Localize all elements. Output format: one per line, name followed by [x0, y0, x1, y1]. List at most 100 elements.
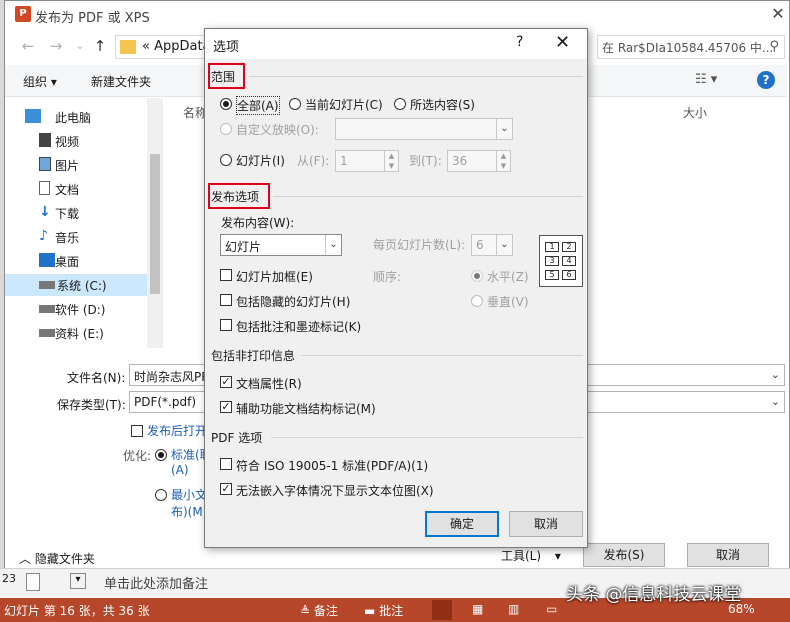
- search-placeholder: 在 Rar$DIa10584.45706 中...: [602, 41, 774, 55]
- doc-props-label: 文档属性(R): [236, 377, 302, 391]
- new-folder-button[interactable]: 新建文件夹: [91, 73, 151, 90]
- spin-arrows-icon[interactable]: ▲ ▼: [384, 151, 398, 171]
- struct-tags-checkbox[interactable]: ✓: [220, 401, 232, 413]
- scrollbar-thumb[interactable]: [150, 154, 160, 294]
- layout-cell: 2: [562, 242, 576, 252]
- frame-slides-checkbox[interactable]: [220, 269, 232, 281]
- organize-menu[interactable]: 组织 ▾: [23, 73, 57, 90]
- nav-item-pictures[interactable]: 图片: [25, 154, 161, 176]
- nav-item-label: 此电脑: [55, 111, 92, 125]
- normal-view-icon[interactable]: [432, 600, 452, 620]
- publish-section-title: 发布选项: [211, 190, 260, 204]
- slides-range-label: 幻灯片(I): [236, 154, 285, 168]
- tools-menu[interactable]: 工具(L) ▾: [501, 547, 561, 564]
- open-after-checkbox[interactable]: [131, 425, 143, 437]
- include-ink-checkbox[interactable]: [220, 319, 232, 331]
- layout-cell: 5: [545, 270, 559, 280]
- ok-button[interactable]: 确定: [425, 511, 499, 537]
- nav-item-music[interactable]: ♪ 音乐: [25, 226, 161, 248]
- nav-item-drive-c[interactable]: 系统 (C:): [5, 274, 151, 296]
- section-divider: [301, 355, 583, 356]
- optimize-standard-radio[interactable]: [155, 449, 167, 461]
- to-value: 36: [452, 154, 468, 168]
- notes-icon: ≜: [300, 604, 311, 618]
- order-horizontal-radio[interactable]: [471, 270, 483, 282]
- comments-label: 批注: [379, 604, 404, 618]
- from-stepper[interactable]: 1 ▲ ▼: [335, 150, 399, 172]
- drive-icon: [39, 281, 55, 289]
- from-value: 1: [340, 154, 348, 168]
- chevron-down-icon: ⌄: [496, 235, 512, 255]
- address-bar[interactable]: « AppData: [115, 35, 215, 59]
- nav-item-label: 文档: [55, 183, 80, 197]
- custom-show-select[interactable]: ⌄: [335, 118, 513, 140]
- publish-what-label: 发布内容(W):: [221, 216, 295, 230]
- slideshow-icon[interactable]: ▭: [546, 602, 557, 616]
- range-current-radio[interactable]: [289, 98, 301, 110]
- publish-button[interactable]: 发布(S): [583, 543, 665, 567]
- slides-range-radio[interactable]: [220, 154, 232, 166]
- slide-info: 幻灯片 第 16 张，共 36 张: [4, 604, 150, 618]
- to-stepper[interactable]: 36 ▲ ▼: [447, 150, 511, 172]
- notes-toggle[interactable]: ≜ 备注: [300, 602, 338, 619]
- column-header-size[interactable]: 大小: [683, 104, 707, 121]
- nav-item-this-pc[interactable]: 此电脑: [25, 106, 161, 128]
- help-icon[interactable]: ?: [516, 34, 523, 50]
- slide-sorter-icon[interactable]: ▦: [472, 602, 483, 616]
- per-page-select[interactable]: 6 ⌄: [471, 234, 513, 256]
- dialog-title: 发布为 PDF 或 XPS: [35, 11, 150, 26]
- options-titlebar: 选项 ? ✕: [205, 29, 587, 59]
- optimize-min-radio[interactable]: [155, 489, 167, 501]
- close-icon[interactable]: ✕: [767, 3, 789, 25]
- close-icon[interactable]: ✕: [555, 32, 570, 53]
- order-vertical-radio[interactable]: [471, 295, 483, 307]
- reading-view-icon[interactable]: ▥: [508, 602, 519, 616]
- layout-cell: 4: [562, 256, 576, 266]
- chevron-down-icon[interactable]: ⌄: [771, 368, 780, 381]
- nav-item-drive-e[interactable]: 资料 (E:): [25, 322, 161, 344]
- chevron-down-icon[interactable]: ⌄: [771, 395, 780, 408]
- publish-what-select[interactable]: 幻灯片 ⌄: [220, 234, 342, 256]
- range-selection-radio[interactable]: [394, 98, 406, 110]
- include-hidden-checkbox[interactable]: [220, 294, 232, 306]
- nav-item-videos[interactable]: 视频: [25, 130, 161, 152]
- slide-number: 23: [2, 572, 16, 585]
- cancel-button[interactable]: 取消: [687, 543, 769, 567]
- search-input[interactable]: 在 Rar$DIa10584.45706 中... ⚲: [597, 35, 785, 59]
- filename-label: 文件名(N):: [67, 371, 126, 385]
- up-arrow-icon[interactable]: ↑: [91, 37, 109, 55]
- spin-arrows-icon[interactable]: ▲ ▼: [496, 151, 510, 171]
- chevron-down-icon[interactable]: ▾: [70, 573, 86, 589]
- navigation-pane: 此电脑 视频 图片 文档 ↓ 下载 ♪ 音乐 桌面 系统 (C:) 软件 (D:…: [5, 98, 165, 348]
- comments-toggle[interactable]: ▬ 批注: [364, 602, 403, 619]
- range-section-title: 范围: [211, 70, 236, 84]
- bitmap-text-checkbox[interactable]: ✓: [220, 483, 232, 495]
- iso-label: 符合 ISO 19005-1 标准(PDF/A)(1): [236, 459, 429, 473]
- chevron-down-icon: ⌄: [325, 235, 341, 255]
- help-icon[interactable]: ?: [757, 71, 775, 89]
- nav-item-drive-d[interactable]: 软件 (D:): [25, 298, 161, 320]
- range-all-radio[interactable]: [220, 98, 232, 110]
- view-options-icon[interactable]: ☷ ▾: [695, 72, 717, 87]
- recent-dropdown-icon[interactable]: ⌄: [71, 37, 89, 55]
- nav-item-label: 音乐: [55, 231, 80, 245]
- cancel-button[interactable]: 取消: [509, 511, 583, 537]
- hide-folders-toggle[interactable]: ︿ 隐藏文件夹: [19, 550, 95, 567]
- nav-item-desktop[interactable]: 桌面: [25, 250, 161, 272]
- optimize-min-shortcut: 布)(M): [171, 505, 208, 519]
- drive-icon: [39, 329, 55, 337]
- forward-arrow-icon[interactable]: →: [47, 37, 65, 55]
- doc-props-checkbox[interactable]: ✓: [220, 376, 232, 388]
- section-divider: [249, 76, 583, 77]
- nav-item-downloads[interactable]: ↓ 下载: [25, 202, 161, 224]
- open-after-label: 发布后打开: [147, 424, 208, 438]
- order-horizontal-label: 水平(Z): [487, 270, 529, 284]
- back-arrow-icon[interactable]: ←: [19, 37, 37, 55]
- nav-item-documents[interactable]: 文档: [25, 178, 161, 200]
- section-divider: [273, 196, 583, 197]
- custom-show-radio[interactable]: [220, 123, 232, 135]
- nav-scrollbar[interactable]: [147, 98, 163, 348]
- filetype-value: PDF(*.pdf): [134, 395, 197, 409]
- nav-item-label: 桌面: [55, 255, 80, 269]
- iso-checkbox[interactable]: [220, 458, 232, 470]
